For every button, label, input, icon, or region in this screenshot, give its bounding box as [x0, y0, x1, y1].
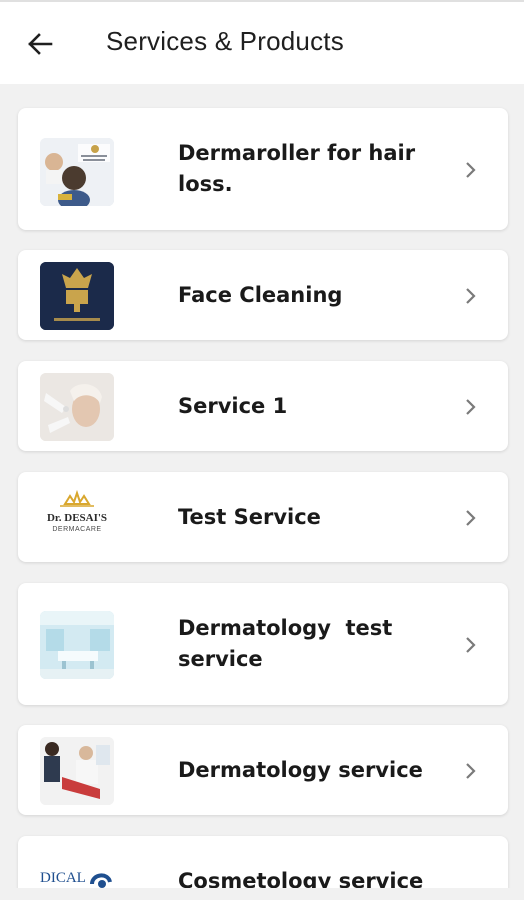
- bottom-fade: [0, 888, 524, 900]
- logo-line-1: Dr. DESAI'S: [46, 512, 108, 524]
- page-title: Services & Products: [106, 26, 344, 56]
- service-label: Cosmetology service: [178, 869, 424, 888]
- service-label: Dermaroller for hair loss.: [178, 141, 416, 196]
- app-header: Services & Products: [0, 0, 524, 84]
- facial-treatment-photo: [40, 373, 114, 441]
- chevron-right-icon: [466, 510, 476, 526]
- chevron-right-icon: [466, 763, 476, 779]
- service-label: Dermatology service: [178, 758, 423, 782]
- medical-logo: DICAL: [40, 848, 114, 888]
- service-label: Service 1: [178, 394, 288, 418]
- cosmetic-derma-logo: [40, 262, 114, 330]
- chevron-right-icon: [466, 399, 476, 415]
- service-card-service-1[interactable]: Service 1: [18, 361, 508, 451]
- service-card-cosmetology[interactable]: DICAL Cosmetology service: [18, 836, 508, 888]
- clinic-room-photo: [40, 611, 114, 679]
- chevron-right-icon: [466, 162, 476, 178]
- service-card-test-service[interactable]: Dr. DESAI'S DERMACARE Test Service: [18, 472, 508, 562]
- dr-desais-dermacare-logo: Dr. DESAI'S DERMACARE: [40, 484, 114, 552]
- service-card-face-cleaning[interactable]: Face Cleaning: [18, 250, 508, 340]
- service-card-dermaroller[interactable]: Dermaroller for hair loss.: [18, 108, 508, 230]
- service-card-dermatology-test[interactable]: Dermatology test service: [18, 583, 508, 705]
- consultation-photo: [40, 737, 114, 805]
- services-list[interactable]: Dermaroller for hair loss. Face Cleaning: [0, 84, 524, 888]
- logo-line-2: DERMACARE: [52, 526, 102, 533]
- back-button[interactable]: [22, 28, 58, 60]
- service-label: Dermatology test service: [178, 616, 400, 671]
- chevron-right-icon: [466, 637, 476, 653]
- arrow-left-icon: [28, 33, 53, 55]
- service-label: Test Service: [178, 505, 321, 529]
- logo-text: DICAL: [40, 870, 86, 886]
- service-card-dermatology[interactable]: Dermatology service: [18, 725, 508, 815]
- chevron-right-icon: [466, 288, 476, 304]
- hair-treatment-photo: [40, 138, 114, 206]
- service-label: Face Cleaning: [178, 283, 343, 307]
